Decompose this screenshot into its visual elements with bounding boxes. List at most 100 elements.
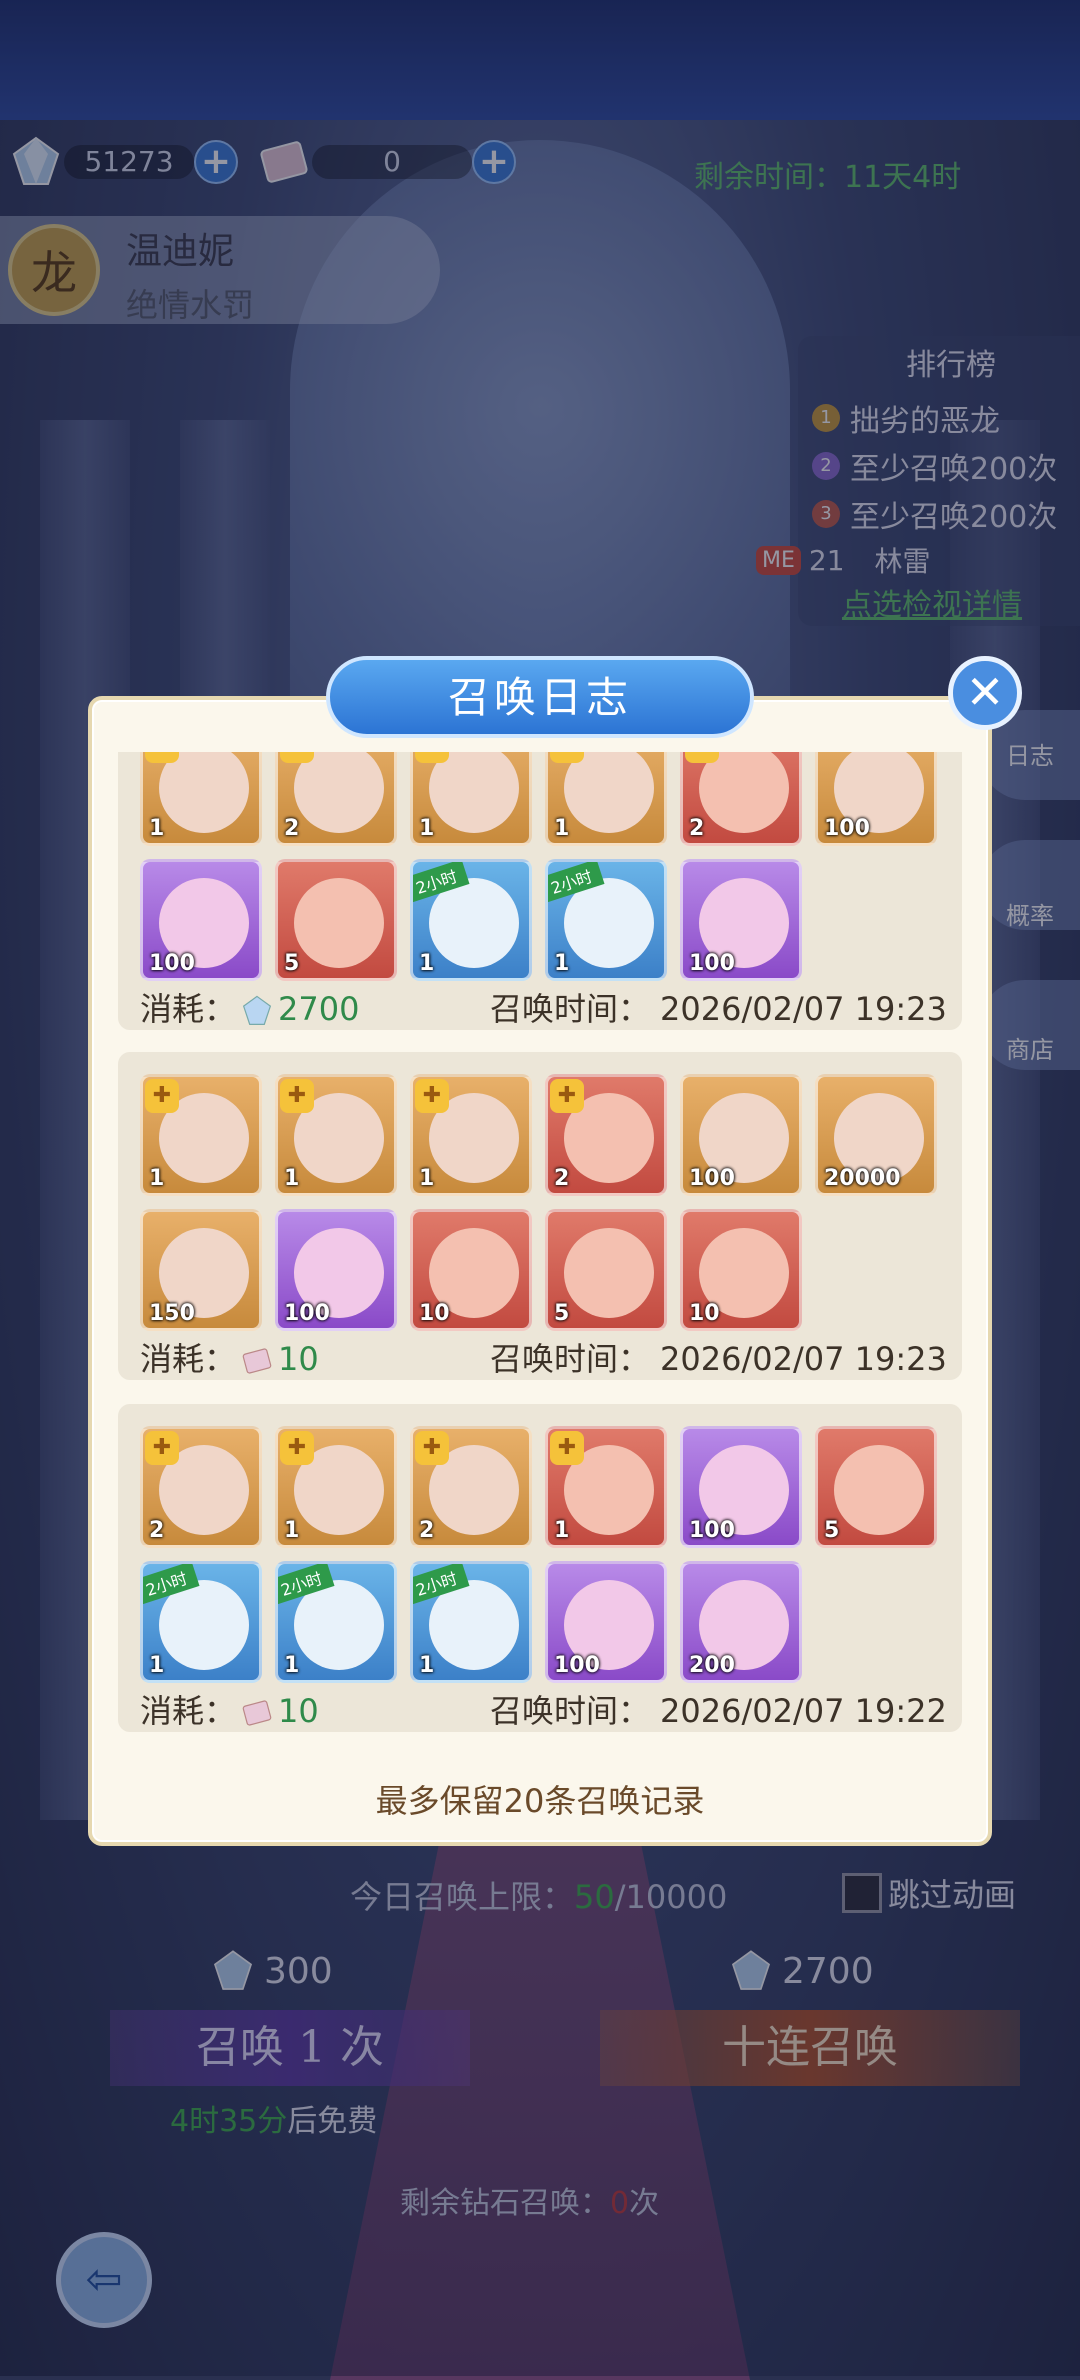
reward-item[interactable]: 100 <box>815 752 937 846</box>
reward-art-icon <box>159 752 249 833</box>
reward-item[interactable]: 2小时 1 <box>545 859 667 981</box>
reward-item[interactable]: ✚1 <box>275 1074 397 1196</box>
puzzle-piece-icon: ✚ <box>280 1431 314 1465</box>
reward-count: 1 <box>554 951 570 976</box>
summon-log-entry: ✚ 2 ✚ 1 ✚ 2 ✚ 1 100 5 2小时 1 2小时 1 2小时 1 100 200 消耗： 10 召唤时间：… <box>118 1404 962 1732</box>
puzzle-piece-icon: ✚ <box>145 1431 179 1465</box>
reward-count: 100 <box>149 951 195 976</box>
reward-count: 5 <box>284 951 300 976</box>
reward-item[interactable]: 100 <box>275 1209 397 1331</box>
puzzle-piece-icon: ✚ <box>280 1079 314 1113</box>
summon-time: 召唤时间： 2026/02/07 19:23 <box>490 984 947 1030</box>
reward-item[interactable]: ✚1 <box>140 1074 262 1196</box>
summon-time: 召唤时间： 2026/02/07 19:23 <box>490 1334 947 1380</box>
reward-count: 1 <box>284 1518 300 1543</box>
ticket-icon <box>242 1700 272 1726</box>
reward-item[interactable]: 5 <box>545 1209 667 1331</box>
reward-item[interactable]: ✚1 <box>410 752 532 846</box>
puzzle-piece-icon: ✚ <box>550 752 584 763</box>
cost-label: 消耗： <box>140 990 237 1028</box>
reward-item[interactable]: 20000 <box>815 1074 937 1196</box>
reward-item[interactable]: ✚2 <box>410 1426 532 1548</box>
reward-count: 100 <box>824 816 870 841</box>
puzzle-piece-icon: ✚ <box>415 1431 449 1465</box>
diamond-icon <box>242 995 272 1025</box>
reward-item[interactable]: ✚2 <box>275 752 397 846</box>
reward-art-icon <box>564 1228 654 1318</box>
reward-count: 100 <box>689 951 735 976</box>
reward-art-icon <box>429 752 519 833</box>
cost-value: 2700 <box>278 990 360 1028</box>
reward-item[interactable]: ✚2 <box>140 1426 262 1548</box>
close-button[interactable]: ✕ <box>948 656 1022 730</box>
reward-count: 100 <box>284 1301 330 1326</box>
reward-item[interactable]: 2小时 1 <box>410 1561 532 1683</box>
summon-log-list[interactable]: ✚1✚2✚1✚1✚210010052小时12小时1100消耗：2700召唤时间：… <box>118 752 962 1762</box>
cost-info: 消耗： 10 <box>140 1334 319 1380</box>
reward-art-icon <box>564 752 654 833</box>
summon-time: 召唤时间： 2026/02/07 19:22 <box>490 1686 947 1732</box>
reward-art-icon <box>294 752 384 833</box>
reward-count: 1 <box>554 1518 570 1543</box>
puzzle-piece-icon: ✚ <box>415 752 449 763</box>
puzzle-piece-icon: ✚ <box>145 752 179 763</box>
reward-count: 100 <box>554 1653 600 1678</box>
reward-item[interactable]: 5 <box>275 859 397 981</box>
puzzle-piece-icon: ✚ <box>685 752 719 763</box>
reward-item[interactable]: 100 <box>680 1074 802 1196</box>
reward-item[interactable]: 10 <box>680 1209 802 1331</box>
puzzle-piece-icon: ✚ <box>280 752 314 763</box>
reward-count: 100 <box>689 1166 735 1191</box>
dialog-title: 召唤日志 <box>447 673 632 722</box>
reward-item[interactable]: 200 <box>680 1561 802 1683</box>
reward-item[interactable]: ✚1 <box>545 752 667 846</box>
reward-item[interactable]: ✚1 <box>545 1426 667 1548</box>
time-value: 2026/02/07 19:23 <box>660 990 947 1028</box>
time-value: 2026/02/07 19:23 <box>660 1340 947 1378</box>
reward-count: 1 <box>419 816 435 841</box>
reward-count: 100 <box>689 1518 735 1543</box>
reward-count: 2 <box>419 1518 435 1543</box>
time-label: 召唤时间： <box>490 990 651 1028</box>
reward-count: 1 <box>284 1653 300 1678</box>
reward-item[interactable]: 2小时 1 <box>275 1561 397 1683</box>
time-label: 召唤时间： <box>490 1340 651 1378</box>
reward-count: 1 <box>149 816 165 841</box>
puzzle-piece-icon: ✚ <box>550 1079 584 1113</box>
reward-item[interactable]: 100 <box>680 859 802 981</box>
reward-count: 150 <box>149 1301 195 1326</box>
reward-item[interactable]: 150 <box>140 1209 262 1331</box>
reward-count: 2 <box>284 816 300 841</box>
cost-label: 消耗： <box>140 1340 237 1378</box>
reward-item[interactable]: ✚1 <box>410 1074 532 1196</box>
time-value: 2026/02/07 19:22 <box>660 1692 947 1730</box>
time-label: 召唤时间： <box>490 1692 651 1730</box>
reward-item[interactable]: ✚1 <box>275 1426 397 1548</box>
reward-item[interactable]: ✚2 <box>680 752 802 846</box>
reward-count: 1 <box>554 816 570 841</box>
reward-item[interactable]: 10 <box>410 1209 532 1331</box>
puzzle-piece-icon: ✚ <box>550 1431 584 1465</box>
cost-value: 10 <box>278 1340 319 1378</box>
reward-item[interactable]: ✚1 <box>140 752 262 846</box>
reward-count: 1 <box>149 1166 165 1191</box>
cost-info: 消耗： 2700 <box>140 984 359 1030</box>
reward-art-icon <box>834 1445 924 1535</box>
reward-count: 200 <box>689 1653 735 1678</box>
reward-count: 2 <box>689 816 705 841</box>
reward-count: 10 <box>419 1301 450 1326</box>
reward-count: 20000 <box>824 1166 901 1191</box>
reward-item[interactable]: ✚2 <box>545 1074 667 1196</box>
reward-count: 2 <box>149 1518 165 1543</box>
reward-count: 10 <box>689 1301 720 1326</box>
reward-item[interactable]: 100 <box>680 1426 802 1548</box>
cost-info: 消耗： 10 <box>140 1686 319 1732</box>
reward-item[interactable]: 2小时 1 <box>410 859 532 981</box>
reward-item[interactable]: 100 <box>140 859 262 981</box>
reward-art-icon <box>699 752 789 833</box>
reward-item[interactable]: 5 <box>815 1426 937 1548</box>
reward-item[interactable]: 2小时 1 <box>140 1561 262 1683</box>
puzzle-piece-icon: ✚ <box>415 1079 449 1113</box>
summon-log-entry: ✚1✚2✚1✚1✚210010052小时12小时1100消耗：2700召唤时间：… <box>118 752 962 1030</box>
reward-item[interactable]: 100 <box>545 1561 667 1683</box>
